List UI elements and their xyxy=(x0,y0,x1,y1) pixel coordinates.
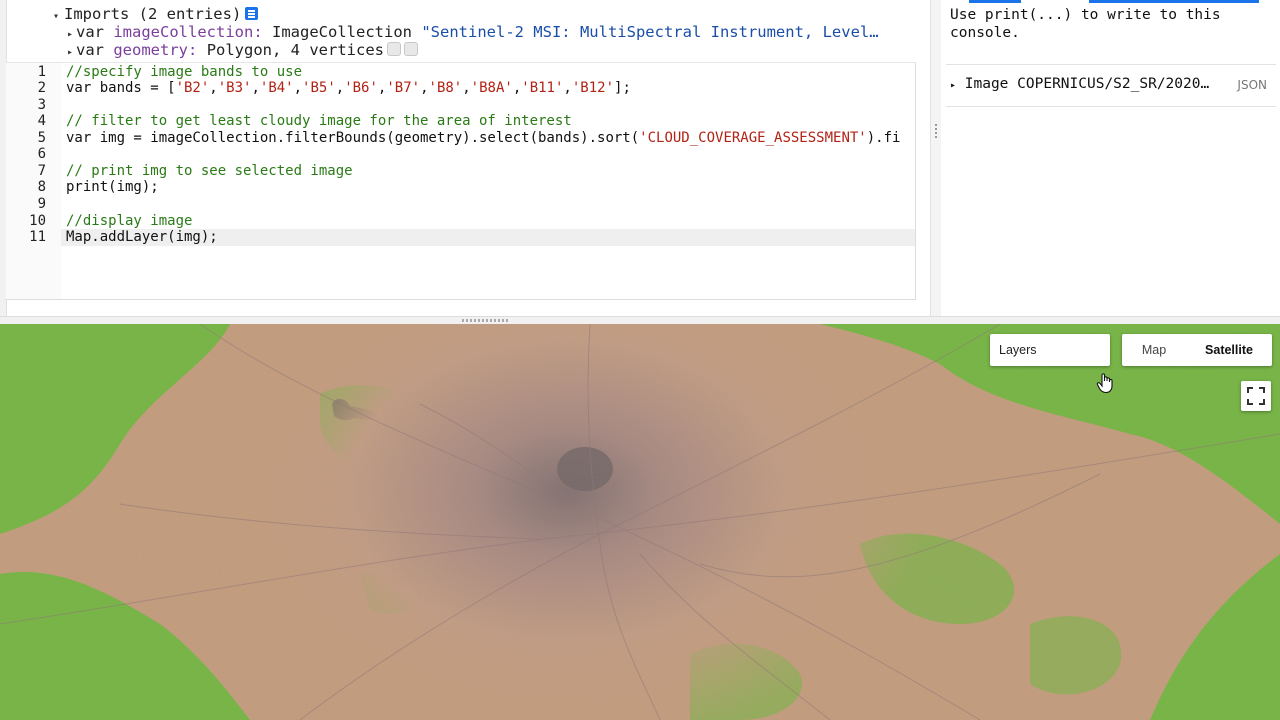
line-number: 1 xyxy=(37,64,46,80)
layers-label: Layers xyxy=(999,343,1037,357)
line-number: 5 xyxy=(37,130,46,146)
collapse-triangle-icon[interactable]: ▾ xyxy=(48,8,64,23)
band-string: 'B4' xyxy=(259,80,294,96)
map-type-satellite-button[interactable]: Satellite xyxy=(1186,334,1272,366)
expand-triangle-icon[interactable]: ▸ xyxy=(950,80,956,91)
line-number: 8 xyxy=(37,179,46,195)
code-text: ]; xyxy=(614,80,631,96)
geometry-reset-icon[interactable] xyxy=(404,42,418,56)
code-line-4[interactable]: // filter to get least cloudy image for … xyxy=(66,113,572,129)
map-type-control[interactable]: Map Satellite xyxy=(1122,334,1272,366)
imports-header[interactable]: ▾ Imports (2 entries) xyxy=(48,5,918,23)
console-item-label[interactable]: Image COPERNICUS/S2_SR/2020… xyxy=(965,76,1209,92)
import-type: ImageCollection xyxy=(272,23,412,41)
console-divider xyxy=(946,64,1276,65)
line-number: 10 xyxy=(29,213,46,229)
line-number: 2 xyxy=(37,80,46,96)
console-output-item[interactable]: ▸ Image COPERNICUS/S2_SR/2020… JSON xyxy=(950,76,1270,94)
band-string: 'B5' xyxy=(302,80,336,96)
code-line-8[interactable]: print(img); xyxy=(66,179,159,195)
import-variable-name[interactable]: geometry: xyxy=(113,41,197,59)
code-line-11[interactable]: Map.addLayer(img); xyxy=(66,229,218,245)
import-keyword: var xyxy=(76,23,104,41)
fullscreen-icon xyxy=(1247,387,1265,405)
band-string: 'B6' xyxy=(344,80,378,96)
band-string: 'B12' xyxy=(571,80,615,96)
band-string: 'B11' xyxy=(521,80,564,96)
console-hint-text: Use print(...) to write to this console. xyxy=(950,7,1221,41)
geometry-settings-icon[interactable] xyxy=(387,42,401,56)
hand-cursor-icon xyxy=(1096,373,1113,394)
splitter-grip-icon xyxy=(935,132,937,134)
code-line-1[interactable]: //specify image bands to use xyxy=(66,64,302,80)
console-divider xyxy=(946,106,1276,107)
import-keyword: var xyxy=(76,41,104,59)
console-panel: Use print(...) to write to this console.… xyxy=(941,0,1280,318)
band-string: 'B8A' xyxy=(470,80,513,96)
import-image-collection[interactable]: ▸ var imageCollection: ImageCollection "S… xyxy=(48,23,918,41)
code-line-5[interactable]: var img = imageCollection.filterBounds(g… xyxy=(66,130,900,146)
band-string: 'B7' xyxy=(386,80,421,96)
layers-button[interactable]: Layers xyxy=(990,334,1110,366)
imports-section: ▾ Imports (2 entries) ▸ var imageCollectio… xyxy=(48,5,918,59)
line-number: 4 xyxy=(37,113,46,129)
code-text: var img = imageCollection.filterBounds(g… xyxy=(66,130,640,146)
code-line-10[interactable]: //display image xyxy=(66,213,192,229)
expand-triangle-icon[interactable]: ▸ xyxy=(64,26,76,41)
json-button[interactable]: JSON xyxy=(1237,78,1267,92)
fullscreen-button[interactable] xyxy=(1241,381,1271,411)
splitter-grip-icon xyxy=(935,128,937,130)
splitter-grip-icon xyxy=(462,319,510,322)
sort-property-string: 'CLOUD_COVERAGE_ASSESSMENT' xyxy=(639,130,867,146)
code-area[interactable]: 1 2 3 4 5 6 7 8 9 10 11 //specify image … xyxy=(6,62,916,300)
show-script-icon[interactable] xyxy=(245,7,259,20)
band-string: 'B3' xyxy=(217,80,252,96)
code-line-7[interactable]: // print img to see selected image xyxy=(66,163,353,179)
imports-header-label: Imports (2 entries) xyxy=(64,5,242,23)
import-geometry[interactable]: ▸ var geometry: Polygon, 4 vertices xyxy=(48,41,918,59)
code-line-2[interactable]: var bands = ['B2','B3','B4','B5','B6','B… xyxy=(66,80,631,96)
line-number: 6 xyxy=(37,146,46,162)
map-type-map-button[interactable]: Map xyxy=(1122,334,1186,366)
satellite-image-layer xyxy=(0,324,1280,720)
line-number: 11 xyxy=(29,229,46,245)
band-string: 'B8' xyxy=(428,80,463,96)
import-type: Polygon, 4 vertices xyxy=(206,41,384,59)
console-tab-indicator xyxy=(969,0,1259,3)
line-number: 3 xyxy=(37,97,46,113)
expand-triangle-icon[interactable]: ▸ xyxy=(64,44,76,59)
import-variable-name[interactable]: imageCollection: xyxy=(113,23,262,41)
band-string: 'B2' xyxy=(175,80,210,96)
code-text: var bands = [ xyxy=(66,80,176,96)
import-value: "Sentinel-2 MSI: MultiSpectral Instrumen… xyxy=(421,23,879,41)
code-editor-panel: ▾ Imports (2 entries) ▸ var imageCollectio… xyxy=(0,0,930,318)
splitter-grip-icon xyxy=(935,124,937,126)
splitter-grip-icon xyxy=(935,136,937,138)
map-view[interactable]: Layers Map Satellite xyxy=(0,324,1280,720)
line-number: 9 xyxy=(37,196,46,212)
code-text: ).fi xyxy=(866,130,901,146)
line-number: 7 xyxy=(37,163,46,179)
